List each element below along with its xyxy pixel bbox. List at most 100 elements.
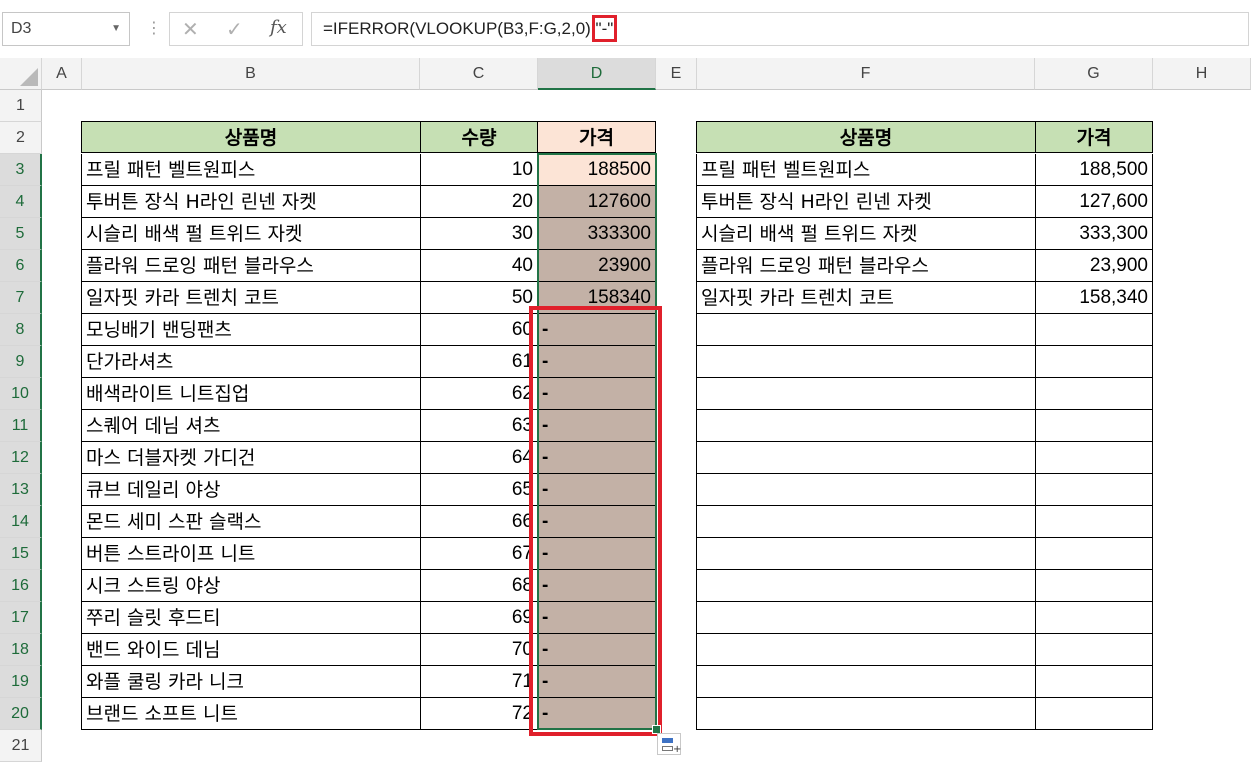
row-header-20[interactable]: 20: [0, 698, 42, 730]
lookup-name-cell[interactable]: [696, 506, 1036, 538]
row-header-6[interactable]: 6: [0, 250, 42, 282]
row-header-12[interactable]: 12: [0, 442, 42, 474]
quantity-cell[interactable]: 71: [421, 666, 538, 698]
quantity-cell[interactable]: 30: [421, 218, 538, 250]
product-name-cell[interactable]: 플라워 드로잉 패턴 블라우스: [81, 250, 421, 282]
lookup-name-cell[interactable]: [696, 570, 1036, 602]
lookup-price-cell[interactable]: [1036, 474, 1153, 506]
product-name-cell[interactable]: 시크 스트링 야상: [81, 570, 421, 602]
column-header-d[interactable]: D: [538, 58, 656, 90]
lookup-header-price[interactable]: 가격: [1036, 121, 1153, 153]
lookup-name-cell[interactable]: 프릴 패턴 벨트원피스: [696, 154, 1036, 186]
quantity-cell[interactable]: 20: [421, 186, 538, 218]
select-all-corner[interactable]: [0, 58, 42, 90]
product-name-cell[interactable]: 와플 쿨링 카라 니크: [81, 666, 421, 698]
lookup-name-cell[interactable]: [696, 314, 1036, 346]
quantity-cell[interactable]: 63: [421, 410, 538, 442]
product-name-cell[interactable]: 버튼 스트라이프 니트: [81, 538, 421, 570]
lookup-price-cell[interactable]: 188,500: [1036, 154, 1153, 186]
lookup-price-cell[interactable]: [1036, 698, 1153, 730]
lookup-name-cell[interactable]: [696, 698, 1036, 730]
lookup-price-cell[interactable]: [1036, 314, 1153, 346]
row-header-15[interactable]: 15: [0, 538, 42, 570]
product-name-cell[interactable]: 브랜드 소프트 니트: [81, 698, 421, 730]
quantity-cell[interactable]: 40: [421, 250, 538, 282]
lookup-name-cell[interactable]: [696, 442, 1036, 474]
lookup-price-cell[interactable]: [1036, 346, 1153, 378]
row-header-18[interactable]: 18: [0, 634, 42, 666]
row-header-17[interactable]: 17: [0, 602, 42, 634]
product-name-cell[interactable]: 몬드 세미 스판 슬랙스: [81, 506, 421, 538]
product-name-cell[interactable]: 큐브 데일리 야상: [81, 474, 421, 506]
lookup-price-cell[interactable]: [1036, 538, 1153, 570]
quantity-cell[interactable]: 64: [421, 442, 538, 474]
chevron-down-icon[interactable]: ▼: [111, 13, 121, 45]
lookup-name-cell[interactable]: 투버튼 장식 H라인 린넨 자켓: [696, 186, 1036, 218]
product-name-cell[interactable]: 마스 더블자켓 가디건: [81, 442, 421, 474]
quantity-cell[interactable]: 60: [421, 314, 538, 346]
lookup-price-cell[interactable]: [1036, 410, 1153, 442]
lookup-name-cell[interactable]: 플라워 드로잉 패턴 블라우스: [696, 250, 1036, 282]
quantity-cell[interactable]: 62: [421, 378, 538, 410]
lookup-name-cell[interactable]: [696, 634, 1036, 666]
row-header-10[interactable]: 10: [0, 378, 42, 410]
lookup-price-cell[interactable]: [1036, 634, 1153, 666]
product-name-cell[interactable]: 투버튼 장식 H라인 린넨 자켓: [81, 186, 421, 218]
lookup-price-cell[interactable]: [1036, 506, 1153, 538]
lookup-price-cell[interactable]: [1036, 602, 1153, 634]
lookup-price-cell[interactable]: 158,340: [1036, 282, 1153, 314]
product-name-cell[interactable]: 프릴 패턴 벨트원피스: [81, 154, 421, 186]
more-options-icon[interactable]: ⋮: [146, 18, 162, 37]
row-header-2[interactable]: 2: [0, 122, 42, 154]
quantity-cell[interactable]: 10: [421, 154, 538, 186]
quantity-cell[interactable]: 69: [421, 602, 538, 634]
quantity-cell[interactable]: 67: [421, 538, 538, 570]
cancel-icon[interactable]: ✕: [182, 17, 199, 41]
header-product-name[interactable]: 상품명: [81, 121, 421, 153]
row-header-11[interactable]: 11: [0, 410, 42, 442]
product-name-cell[interactable]: 시슬리 배색 펄 트위드 자켓: [81, 218, 421, 250]
column-header-f[interactable]: F: [697, 58, 1035, 90]
quantity-cell[interactable]: 66: [421, 506, 538, 538]
row-header-8[interactable]: 8: [0, 314, 42, 346]
lookup-name-cell[interactable]: 시슬리 배색 펄 트위드 자켓: [696, 218, 1036, 250]
lookup-price-cell[interactable]: [1036, 378, 1153, 410]
product-name-cell[interactable]: 스퀘어 데님 셔츠: [81, 410, 421, 442]
quantity-cell[interactable]: 65: [421, 474, 538, 506]
name-box[interactable]: D3 ▼: [2, 12, 130, 46]
lookup-name-cell[interactable]: [696, 346, 1036, 378]
row-header-14[interactable]: 14: [0, 506, 42, 538]
formula-input[interactable]: =IFERROR(VLOOKUP(B3,F:G,2,0),"-": [311, 12, 1249, 46]
quick-analysis-button[interactable]: +: [657, 733, 681, 755]
quantity-cell[interactable]: 61: [421, 346, 538, 378]
quantity-cell[interactable]: 50: [421, 282, 538, 314]
row-header-3[interactable]: 3: [0, 154, 42, 186]
row-header-9[interactable]: 9: [0, 346, 42, 378]
column-header-g[interactable]: G: [1035, 58, 1153, 90]
lookup-price-cell[interactable]: 127,600: [1036, 186, 1153, 218]
lookup-header-product-name[interactable]: 상품명: [696, 121, 1036, 153]
column-header-a[interactable]: A: [42, 58, 82, 90]
lookup-name-cell[interactable]: [696, 666, 1036, 698]
lookup-name-cell[interactable]: [696, 474, 1036, 506]
lookup-name-cell[interactable]: [696, 602, 1036, 634]
quantity-cell[interactable]: 68: [421, 570, 538, 602]
header-price[interactable]: 가격: [538, 121, 656, 153]
product-name-cell[interactable]: 밴드 와이드 데님: [81, 634, 421, 666]
lookup-name-cell[interactable]: 일자핏 카라 트렌치 코트: [696, 282, 1036, 314]
header-quantity[interactable]: 수량: [421, 121, 538, 153]
lookup-price-cell[interactable]: [1036, 442, 1153, 474]
lookup-price-cell[interactable]: [1036, 570, 1153, 602]
quantity-cell[interactable]: 70: [421, 634, 538, 666]
product-name-cell[interactable]: 쭈리 슬릿 후드티: [81, 602, 421, 634]
product-name-cell[interactable]: 단가라셔츠: [81, 346, 421, 378]
row-header-13[interactable]: 13: [0, 474, 42, 506]
lookup-name-cell[interactable]: [696, 410, 1036, 442]
product-name-cell[interactable]: 배색라이트 니트집업: [81, 378, 421, 410]
column-header-b[interactable]: B: [82, 58, 420, 90]
enter-icon[interactable]: ✓: [226, 17, 243, 41]
row-header-21[interactable]: 21: [0, 730, 42, 762]
lookup-price-cell[interactable]: 333,300: [1036, 218, 1153, 250]
row-header-4[interactable]: 4: [0, 186, 42, 218]
product-name-cell[interactable]: 모닝배기 밴딩팬츠: [81, 314, 421, 346]
